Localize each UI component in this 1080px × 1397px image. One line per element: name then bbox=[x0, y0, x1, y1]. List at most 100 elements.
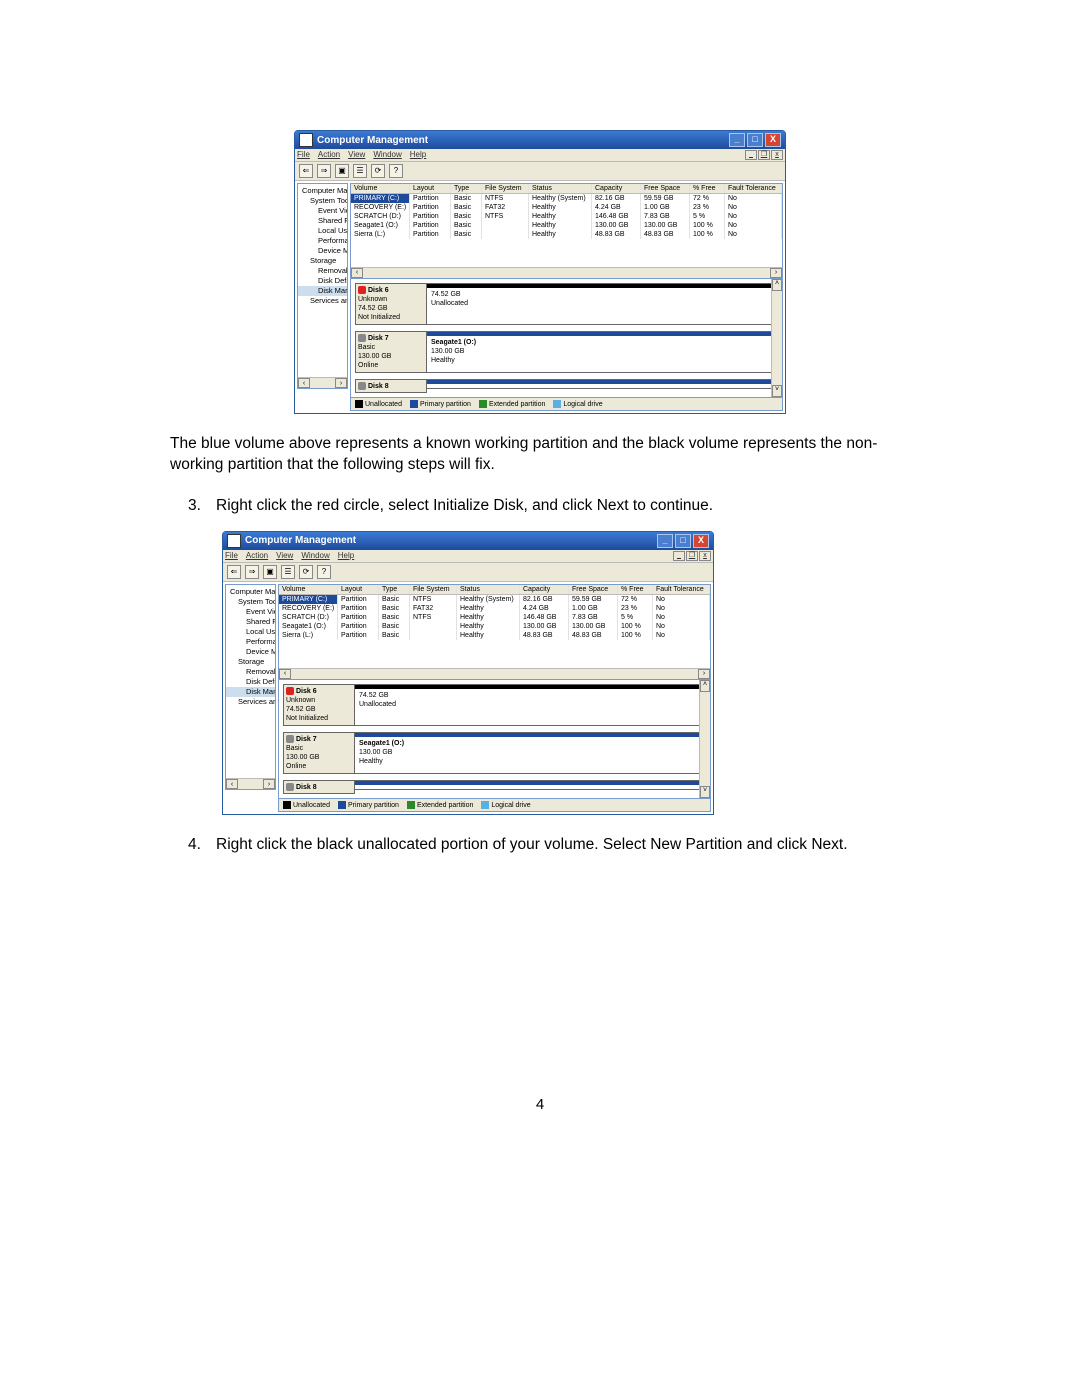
disk-8[interactable]: Disk 8 bbox=[355, 379, 778, 393]
disk-7-partition[interactable]: Seagate1 (O:) 130.00 GB Healthy bbox=[427, 331, 778, 373]
tree-event-viewer[interactable]: Event Viewer bbox=[298, 206, 347, 216]
maximize-button[interactable]: □ bbox=[747, 133, 763, 147]
back-button[interactable]: ⇐ bbox=[227, 565, 241, 579]
col-fault-tolerance[interactable]: Fault Tolerance bbox=[725, 184, 782, 193]
tree-disk-defrag[interactable]: Disk Defragmenter bbox=[226, 677, 275, 687]
refresh-button[interactable]: ⟳ bbox=[299, 565, 313, 579]
disk-7-partition[interactable]: Seagate1 (O:) 130.00 GB Healthy bbox=[355, 732, 706, 774]
tree-services-apps[interactable]: Services and Applications bbox=[226, 697, 275, 707]
col-filesystem[interactable]: File System bbox=[410, 585, 457, 594]
up-button[interactable]: ▣ bbox=[263, 565, 277, 579]
scroll-up-icon[interactable]: ˄ bbox=[700, 680, 710, 692]
volume-row[interactable]: SCRATCH (D:) Partition Basic NTFS Health… bbox=[351, 212, 782, 221]
volume-row[interactable]: RECOVERY (E:) Partition Basic FAT32 Heal… bbox=[351, 203, 782, 212]
volume-row[interactable]: Seagate1 (O:) Partition Basic Healthy 13… bbox=[279, 622, 710, 631]
menu-help[interactable]: Help bbox=[338, 551, 354, 561]
navigation-tree[interactable]: Computer Management (Local) System Tools… bbox=[225, 584, 276, 790]
menu-action[interactable]: Action bbox=[246, 551, 268, 561]
properties-button[interactable]: ☰ bbox=[281, 565, 295, 579]
disk-8[interactable]: Disk 8 bbox=[283, 780, 706, 794]
help-button[interactable]: ? bbox=[389, 164, 403, 178]
scroll-down-icon[interactable]: ˅ bbox=[772, 385, 782, 397]
volume-row[interactable]: SCRATCH (D:) Partition Basic NTFS Health… bbox=[279, 613, 710, 622]
col-status[interactable]: Status bbox=[529, 184, 592, 193]
minimize-button[interactable]: _ bbox=[657, 534, 673, 548]
col-capacity[interactable]: Capacity bbox=[520, 585, 569, 594]
tree-perf-logs[interactable]: Performance Logs and Alerts bbox=[226, 637, 275, 647]
col-capacity[interactable]: Capacity bbox=[592, 184, 641, 193]
minimize-button[interactable]: _ bbox=[729, 133, 745, 147]
disk-6-unallocated[interactable]: 74.52 GB Unallocated bbox=[427, 283, 778, 325]
tree-scrollbar[interactable]: ‹ › bbox=[226, 778, 275, 789]
scroll-right-icon[interactable]: › bbox=[770, 268, 782, 278]
tree-services-apps[interactable]: Services and Applications bbox=[298, 296, 347, 306]
list-scrollbar[interactable]: ‹ › bbox=[279, 668, 710, 679]
tree-device-manager[interactable]: Device Manager bbox=[298, 246, 347, 256]
col-status[interactable]: Status bbox=[457, 585, 520, 594]
tree-disk-management[interactable]: Disk Management bbox=[226, 687, 275, 697]
forward-button[interactable]: ⇒ bbox=[245, 565, 259, 579]
navigation-tree[interactable]: Computer Management (Local) System Tools… bbox=[297, 183, 348, 389]
close-button[interactable]: X bbox=[765, 133, 781, 147]
col-volume[interactable]: Volume bbox=[279, 585, 338, 594]
menu-help[interactable]: Help bbox=[410, 150, 426, 160]
tree-system-tools[interactable]: System Tools bbox=[226, 597, 275, 607]
mdi-close[interactable]: x bbox=[699, 551, 711, 561]
col-type[interactable]: Type bbox=[379, 585, 410, 594]
scroll-left-icon[interactable]: ‹ bbox=[279, 669, 291, 679]
col-free-space[interactable]: Free Space bbox=[641, 184, 690, 193]
tree-removable-storage[interactable]: Removable Storage bbox=[226, 667, 275, 677]
tree-event-viewer[interactable]: Event Viewer bbox=[226, 607, 275, 617]
disk-6[interactable]: Disk 6 Unknown 74.52 GB Not Initialized … bbox=[355, 283, 778, 325]
col-layout[interactable]: Layout bbox=[338, 585, 379, 594]
scroll-left-icon[interactable]: ‹ bbox=[226, 779, 238, 789]
mdi-close[interactable]: x bbox=[771, 150, 783, 160]
disk-6-unallocated[interactable]: 74.52 GB Unallocated bbox=[355, 684, 706, 726]
tree-local-users[interactable]: Local Users and Groups bbox=[226, 627, 275, 637]
volume-row[interactable]: Sierra (L:) Partition Basic Healthy 48.8… bbox=[279, 631, 710, 640]
mdi-restore[interactable]: ❐ bbox=[758, 150, 770, 160]
tree-storage[interactable]: Storage bbox=[226, 657, 275, 667]
tree-local-users[interactable]: Local Users and Groups bbox=[298, 226, 347, 236]
menu-window[interactable]: Window bbox=[373, 150, 401, 160]
refresh-button[interactable]: ⟳ bbox=[371, 164, 385, 178]
tree-root[interactable]: Computer Management (Local) bbox=[226, 587, 275, 597]
disk-7[interactable]: Disk 7 Basic 130.00 GB Online Seagate1 (… bbox=[283, 732, 706, 774]
menu-view[interactable]: View bbox=[276, 551, 293, 561]
menu-action[interactable]: Action bbox=[318, 150, 340, 160]
col-filesystem[interactable]: File System bbox=[482, 184, 529, 193]
volume-row[interactable]: RECOVERY (E:) Partition Basic FAT32 Heal… bbox=[279, 604, 710, 613]
col-fault-tolerance[interactable]: Fault Tolerance bbox=[653, 585, 710, 594]
tree-root[interactable]: Computer Management (Local) bbox=[298, 186, 347, 196]
scroll-left-icon[interactable]: ‹ bbox=[298, 378, 310, 388]
disk-pane-scrollbar[interactable]: ˄ ˅ bbox=[699, 680, 710, 798]
menu-file[interactable]: File bbox=[297, 150, 310, 160]
scroll-right-icon[interactable]: › bbox=[263, 779, 275, 789]
forward-button[interactable]: ⇒ bbox=[317, 164, 331, 178]
mdi-restore[interactable]: ❐ bbox=[686, 551, 698, 561]
tree-scrollbar[interactable]: ‹ › bbox=[298, 377, 347, 388]
tree-removable-storage[interactable]: Removable Storage bbox=[298, 266, 347, 276]
tree-storage[interactable]: Storage bbox=[298, 256, 347, 266]
menu-view[interactable]: View bbox=[348, 150, 365, 160]
mdi-minimize[interactable]: _ bbox=[673, 551, 685, 561]
disk-7[interactable]: Disk 7 Basic 130.00 GB Online Seagate1 (… bbox=[355, 331, 778, 373]
back-button[interactable]: ⇐ bbox=[299, 164, 313, 178]
disk-pane-scrollbar[interactable]: ˄ ˅ bbox=[771, 279, 782, 397]
tree-shared-folders[interactable]: Shared Folders bbox=[298, 216, 347, 226]
volume-row[interactable]: PRIMARY (C:) Partition Basic NTFS Health… bbox=[351, 194, 782, 203]
volume-row[interactable]: Seagate1 (O:) Partition Basic Healthy 13… bbox=[351, 221, 782, 230]
volume-row[interactable]: Sierra (L:) Partition Basic Healthy 48.8… bbox=[351, 230, 782, 239]
list-scrollbar[interactable]: ‹ › bbox=[351, 267, 782, 278]
col-percent-free[interactable]: % Free bbox=[618, 585, 653, 594]
col-percent-free[interactable]: % Free bbox=[690, 184, 725, 193]
scroll-right-icon[interactable]: › bbox=[698, 669, 710, 679]
menu-file[interactable]: File bbox=[225, 551, 238, 561]
col-layout[interactable]: Layout bbox=[410, 184, 451, 193]
up-button[interactable]: ▣ bbox=[335, 164, 349, 178]
help-button[interactable]: ? bbox=[317, 565, 331, 579]
close-button[interactable]: X bbox=[693, 534, 709, 548]
scroll-right-icon[interactable]: › bbox=[335, 378, 347, 388]
properties-button[interactable]: ☰ bbox=[353, 164, 367, 178]
scroll-down-icon[interactable]: ˅ bbox=[700, 786, 710, 798]
